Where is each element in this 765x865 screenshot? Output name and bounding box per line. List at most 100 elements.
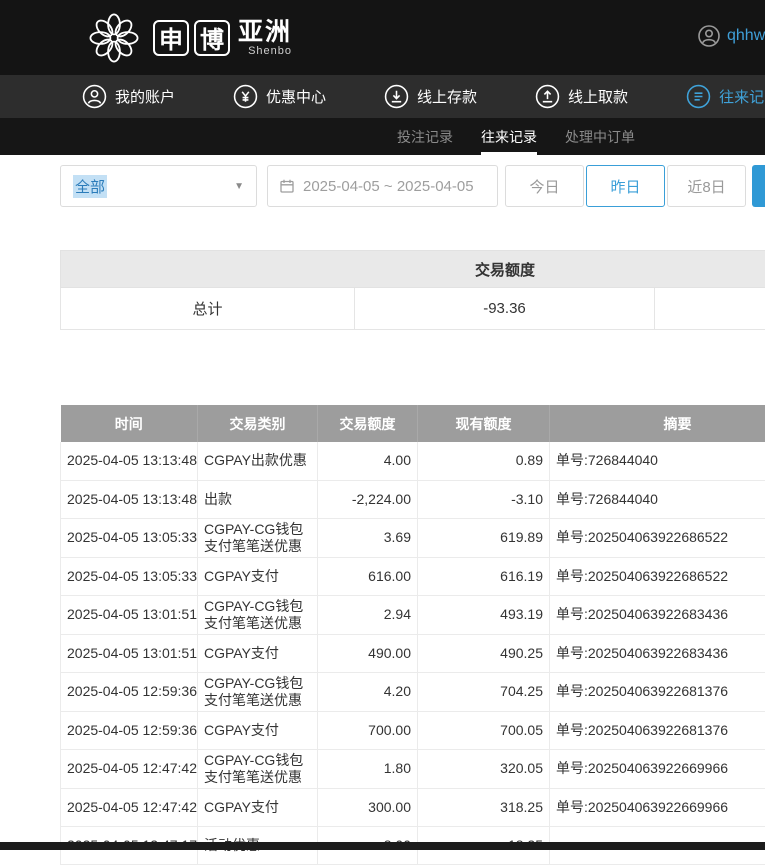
date-range-value: 2025-04-05 ~ 2025-04-05 <box>303 178 474 195</box>
cell-type: CGPAY支付 <box>198 634 318 672</box>
tab-processing-orders[interactable]: 处理中订单 <box>565 118 635 155</box>
cell-balance: 704.25 <box>418 672 550 711</box>
cell-memo: 单号:202504063922686522 <box>550 518 765 557</box>
table-row: 2025-04-05 13:01:51 CGPAY支付 490.00 490.2… <box>61 634 765 672</box>
logo-char-box-1: 申 <box>153 20 189 56</box>
nav-item-transaction-records[interactable]: 往来记录 <box>686 84 765 109</box>
cell-time: 2025-04-05 12:47:42 <box>61 788 198 826</box>
brand-subtitle: Shenbo <box>248 45 292 57</box>
calendar-icon <box>279 178 295 194</box>
cell-balance: 0.89 <box>418 442 550 480</box>
cell-time: 2025-04-05 13:01:51 <box>61 595 198 634</box>
cell-time: 2025-04-05 13:01:51 <box>61 634 198 672</box>
column-header-balance: 现有额度 <box>418 405 550 442</box>
cell-type: CGPAY支付 <box>198 711 318 749</box>
cell-balance: 493.19 <box>418 595 550 634</box>
cell-time: 2025-04-05 13:13:48 <box>61 442 198 480</box>
top-header: 申 博 亚洲 Shenbo qhhw <box>0 0 765 75</box>
summary-total-label: 总计 <box>60 288 355 330</box>
summary-total-value: -93.36 <box>355 288 655 330</box>
cell-time: 2025-04-05 12:59:36 <box>61 672 198 711</box>
yesterday-button[interactable]: 昨日 <box>586 165 665 207</box>
cell-amount: 4.20 <box>318 672 418 711</box>
brand-suffix: 亚洲 <box>238 19 292 45</box>
cell-amount: 3.69 <box>318 518 418 557</box>
cell-memo: 单号:202504063922681376 <box>550 711 765 749</box>
summary-empty-cell <box>655 288 765 330</box>
lotus-logo-icon <box>85 9 143 67</box>
last-8-days-button[interactable]: 近8日 <box>667 165 746 207</box>
cell-balance: 619.89 <box>418 518 550 557</box>
cell-amount: -2,224.00 <box>318 480 418 518</box>
nav-label: 往来记录 <box>719 86 765 107</box>
table-row: 2025-04-05 12:59:36 CGPAY支付 700.00 700.0… <box>61 711 765 749</box>
nav-item-online-withdrawal[interactable]: 线上取款 <box>535 84 628 109</box>
cell-balance: 700.05 <box>418 711 550 749</box>
cell-memo: 单号:726844040 <box>550 480 765 518</box>
deposit-icon <box>384 84 409 109</box>
filter-bar: 全部 ▼ 2025-04-05 ~ 2025-04-05 今日 昨日 近8日 <box>60 165 765 207</box>
cell-type: CGPAY-CG钱包支付笔笔送优惠 <box>198 518 318 557</box>
cell-memo: 单号:202504063922681376 <box>550 672 765 711</box>
cell-type: CGPAY-CG钱包支付笔笔送优惠 <box>198 672 318 711</box>
user-avatar-icon <box>697 24 721 48</box>
nav-label: 我的账户 <box>115 86 175 107</box>
records-icon <box>686 84 711 109</box>
cell-amount: 300.00 <box>318 788 418 826</box>
cell-amount: 2.94 <box>318 595 418 634</box>
type-filter-value: 全部 <box>73 175 107 198</box>
table-row: 2025-04-05 12:47:42 CGPAY-CG钱包支付笔笔送优惠 1.… <box>61 749 765 788</box>
table-row: 2025-04-05 13:01:51 CGPAY-CG钱包支付笔笔送优惠 2.… <box>61 595 765 634</box>
column-header-time: 时间 <box>61 405 198 442</box>
user-menu[interactable]: qhhw <box>697 24 765 48</box>
logo-char-box-2: 博 <box>194 20 230 56</box>
withdrawal-icon <box>535 84 560 109</box>
cell-type: CGPAY-CG钱包支付笔笔送优惠 <box>198 749 318 788</box>
cell-type: 出款 <box>198 480 318 518</box>
table-row: 2025-04-05 12:47:42 CGPAY支付 300.00 318.2… <box>61 788 765 826</box>
cell-balance: 616.19 <box>418 557 550 595</box>
table-row: 2025-04-05 13:13:48 CGPAY出款优惠 4.00 0.89 … <box>61 442 765 480</box>
nav-item-online-deposit[interactable]: 线上存款 <box>384 84 477 109</box>
transactions-table: 时间 交易类别 交易额度 现有额度 摘要 2025-04-05 13:13:48… <box>60 405 765 865</box>
today-button[interactable]: 今日 <box>505 165 584 207</box>
table-row: 2025-04-05 13:13:48 出款 -2,224.00 -3.10 单… <box>61 480 765 518</box>
username: qhhw <box>727 27 765 45</box>
summary-title: 交易额度 <box>60 250 765 288</box>
column-header-memo: 摘要 <box>550 405 765 442</box>
cell-memo: 单号:202504063922683436 <box>550 634 765 672</box>
table-row: 2025-04-05 13:05:33 CGPAY支付 616.00 616.1… <box>61 557 765 595</box>
cell-time: 2025-04-05 13:05:33 <box>61 557 198 595</box>
tab-transaction-records[interactable]: 往来记录 <box>481 118 537 155</box>
nav-label: 线上取款 <box>568 86 628 107</box>
column-header-amount: 交易额度 <box>318 405 418 442</box>
cell-memo: 单号:202504063922683436 <box>550 595 765 634</box>
cell-amount: 700.00 <box>318 711 418 749</box>
cell-time: 2025-04-05 12:47:42 <box>61 749 198 788</box>
table-row: 2025-04-05 13:05:33 CGPAY-CG钱包支付笔笔送优惠 3.… <box>61 518 765 557</box>
date-range-picker[interactable]: 2025-04-05 ~ 2025-04-05 <box>267 165 498 207</box>
cell-memo: 单号:202504063922669966 <box>550 749 765 788</box>
table-header-row: 时间 交易类别 交易额度 现有额度 摘要 <box>61 405 765 442</box>
cell-time: 2025-04-05 12:59:36 <box>61 711 198 749</box>
cell-balance: 320.05 <box>418 749 550 788</box>
search-button[interactable] <box>752 165 765 207</box>
brand-logo[interactable]: 申 博 亚洲 Shenbo <box>85 9 292 67</box>
tab-betting-records[interactable]: 投注记录 <box>397 118 453 155</box>
column-header-type: 交易类别 <box>198 405 318 442</box>
nav-label: 线上存款 <box>417 86 477 107</box>
cell-balance: 490.25 <box>418 634 550 672</box>
nav-item-my-account[interactable]: 我的账户 <box>82 84 175 109</box>
summary-table: 交易额度 总计 -93.36 <box>60 250 765 330</box>
cell-memo: 单号:726844040 <box>550 442 765 480</box>
footer-bar <box>0 842 765 850</box>
cell-amount: 4.00 <box>318 442 418 480</box>
transactions-body: 2025-04-05 13:13:48 CGPAY出款优惠 4.00 0.89 … <box>61 442 765 864</box>
cell-balance: 318.25 <box>418 788 550 826</box>
promotions-icon <box>233 84 258 109</box>
type-filter-select[interactable]: 全部 ▼ <box>60 165 257 207</box>
nav-item-promotions[interactable]: 优惠中心 <box>233 84 326 109</box>
cell-type: CGPAY支付 <box>198 557 318 595</box>
cell-type: CGPAY支付 <box>198 788 318 826</box>
cell-type: CGPAY-CG钱包支付笔笔送优惠 <box>198 595 318 634</box>
